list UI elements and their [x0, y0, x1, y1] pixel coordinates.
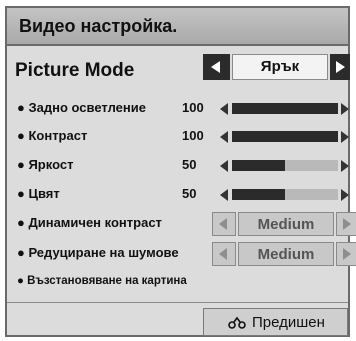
selector-value[interactable]: Medium	[238, 212, 334, 236]
slider-fill	[232, 160, 285, 171]
slider-label: ● Цвят	[17, 186, 60, 201]
slider-value: 50	[182, 157, 197, 172]
picture-mode-next-button[interactable]	[330, 54, 350, 80]
slider-row-backlight[interactable]: ● Задно осветление 100	[7, 97, 349, 121]
title-bar: Видео настройка.	[7, 8, 348, 46]
selector-row-noise-reduction[interactable]: ● Редуциране на шумове Medium	[7, 242, 356, 266]
slider-value: 100	[182, 100, 204, 115]
slider-value: 100	[182, 128, 204, 143]
back-button-label: Предишен	[252, 314, 325, 331]
slider-fill	[232, 131, 338, 142]
increase-arrow-icon[interactable]	[341, 131, 349, 143]
slider-label: ● Задно осветление	[17, 100, 146, 115]
slider-label: ● Яркост	[17, 157, 74, 172]
slider-row-brightness[interactable]: ● Яркост 50	[7, 154, 349, 178]
decrease-arrow-icon[interactable]	[220, 160, 228, 172]
selector-value-text: Medium	[257, 216, 315, 233]
selector-value[interactable]: Medium	[238, 242, 334, 266]
divider	[7, 302, 348, 303]
slider-track[interactable]	[232, 131, 338, 142]
left-arrow-icon	[219, 248, 227, 260]
panel-title: Видео настройка.	[19, 16, 178, 36]
right-arrow-icon	[336, 61, 345, 73]
picture-mode-value[interactable]: Ярък	[232, 54, 328, 80]
picture-mode-label: Picture Mode	[15, 60, 135, 81]
decrease-arrow-icon[interactable]	[220, 103, 228, 115]
left-arrow-icon	[219, 218, 227, 230]
slider-value: 50	[182, 186, 197, 201]
picture-mode-prev-button[interactable]	[203, 54, 230, 80]
right-arrow-icon	[343, 248, 351, 260]
video-settings-panel: Видео настройка. Picture Mode Ярък ● Зад…	[5, 6, 356, 337]
selector-row-dynamic-contrast[interactable]: ● Динамичен контраст Medium	[7, 212, 356, 236]
selector-label: ● Динамичен контраст	[17, 215, 162, 230]
increase-arrow-icon[interactable]	[341, 189, 349, 201]
picture-mode-value-text: Ярък	[260, 58, 300, 75]
slider-track[interactable]	[232, 103, 338, 114]
reset-picture-label: ● Възстановяване на картина	[17, 275, 187, 287]
slider-row-contrast[interactable]: ● Контраст 100	[7, 125, 349, 149]
increase-arrow-icon[interactable]	[341, 160, 349, 172]
slider-label: ● Контраст	[17, 128, 88, 143]
selector-value-text: Medium	[257, 246, 315, 263]
reset-picture-item[interactable]: ● Възстановяване на картина	[7, 272, 348, 296]
back-button[interactable]: Предишен	[203, 308, 348, 336]
decrease-arrow-icon[interactable]	[220, 189, 228, 201]
selector-next-button[interactable]	[336, 242, 356, 266]
back-arrow-icon	[228, 316, 246, 329]
increase-arrow-icon[interactable]	[341, 103, 349, 115]
selector-prev-button[interactable]	[212, 212, 236, 236]
selector-next-button[interactable]	[336, 212, 356, 236]
slider-fill	[232, 189, 285, 200]
selector-label: ● Редуциране на шумове	[17, 245, 179, 260]
left-arrow-icon	[211, 61, 220, 73]
slider-track[interactable]	[232, 160, 338, 171]
slider-fill	[232, 103, 338, 114]
right-arrow-icon	[343, 218, 351, 230]
selector-prev-button[interactable]	[212, 242, 236, 266]
decrease-arrow-icon[interactable]	[220, 131, 228, 143]
slider-row-color[interactable]: ● Цвят 50	[7, 183, 349, 207]
slider-track[interactable]	[232, 189, 338, 200]
